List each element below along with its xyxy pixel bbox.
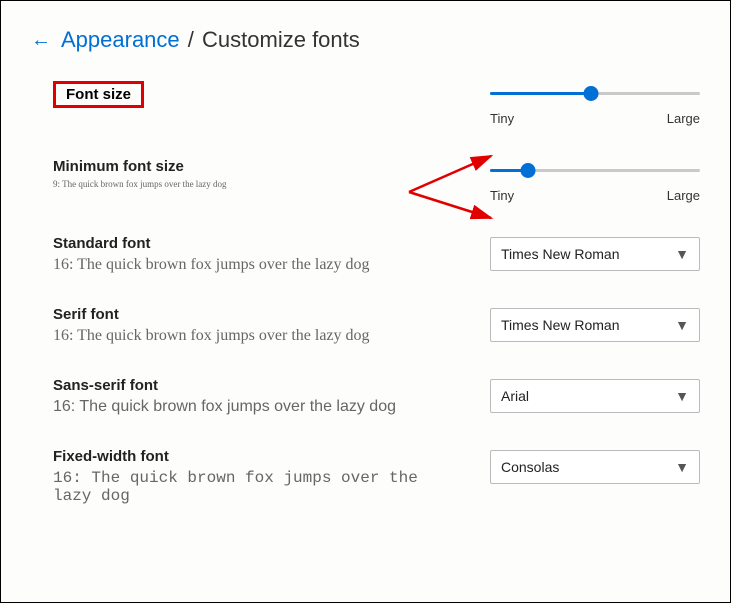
serif-font-dropdown[interactable]: Times New Roman ▼ bbox=[490, 308, 700, 342]
slider-thumb[interactable] bbox=[520, 163, 535, 178]
standard-font-dropdown[interactable]: Times New Roman ▼ bbox=[490, 237, 700, 271]
serif-font-preview: 16: The quick brown fox jumps over the l… bbox=[53, 327, 460, 345]
slider-max-label: Large bbox=[667, 111, 700, 126]
font-size-label: Font size bbox=[53, 81, 144, 108]
row-font-size: Font size Tiny Large bbox=[53, 81, 700, 126]
chevron-down-icon: ▼ bbox=[675, 317, 689, 333]
min-font-size-preview: 9: The quick brown fox jumps over the la… bbox=[53, 179, 460, 189]
slider-min-label: Tiny bbox=[490, 188, 514, 203]
mono-font-preview: 16: The quick brown fox jumps over the l… bbox=[53, 469, 460, 505]
breadcrumb-separator: / bbox=[188, 27, 194, 52]
mono-font-dropdown[interactable]: Consolas ▼ bbox=[490, 450, 700, 484]
chevron-down-icon: ▼ bbox=[675, 459, 689, 475]
dropdown-value: Times New Roman bbox=[501, 317, 620, 333]
standard-font-label: Standard font bbox=[53, 235, 460, 252]
dropdown-value: Times New Roman bbox=[501, 246, 620, 262]
slider-labels: Tiny Large bbox=[490, 111, 700, 126]
sans-font-label: Sans-serif font bbox=[53, 377, 460, 394]
row-min-font-size: Minimum font size 9: The quick brown fox… bbox=[53, 158, 700, 203]
breadcrumb-current: Customize fonts bbox=[202, 27, 360, 52]
slider-thumb[interactable] bbox=[583, 86, 598, 101]
serif-font-label: Serif font bbox=[53, 306, 460, 323]
min-font-size-slider[interactable] bbox=[490, 160, 700, 182]
back-arrow-icon[interactable]: ← bbox=[31, 30, 51, 50]
dropdown-value: Arial bbox=[501, 388, 529, 404]
row-serif-font: Serif font 16: The quick brown fox jumps… bbox=[53, 306, 700, 345]
sans-font-dropdown[interactable]: Arial ▼ bbox=[490, 379, 700, 413]
slider-labels: Tiny Large bbox=[490, 188, 700, 203]
breadcrumb-link-appearance[interactable]: Appearance bbox=[61, 27, 180, 52]
standard-font-preview: 16: The quick brown fox jumps over the l… bbox=[53, 256, 460, 274]
slider-min-label: Tiny bbox=[490, 111, 514, 126]
font-size-slider[interactable] bbox=[490, 83, 700, 105]
row-standard-font: Standard font 16: The quick brown fox ju… bbox=[53, 235, 700, 274]
content-area: Font size Tiny Large Minimum font size 9… bbox=[31, 53, 700, 505]
row-sans-font: Sans-serif font 16: The quick brown fox … bbox=[53, 377, 700, 416]
mono-font-label: Fixed-width font bbox=[53, 448, 460, 465]
chevron-down-icon: ▼ bbox=[675, 388, 689, 404]
settings-page: ← Appearance / Customize fonts Font size… bbox=[1, 1, 730, 505]
min-font-size-label: Minimum font size bbox=[53, 158, 460, 175]
chevron-down-icon: ▼ bbox=[675, 246, 689, 262]
slider-max-label: Large bbox=[667, 188, 700, 203]
slider-fill bbox=[490, 92, 591, 95]
dropdown-value: Consolas bbox=[501, 459, 559, 475]
breadcrumb: ← Appearance / Customize fonts bbox=[31, 27, 700, 53]
sans-font-preview: 16: The quick brown fox jumps over the l… bbox=[53, 398, 460, 416]
row-mono-font: Fixed-width font 16: The quick brown fox… bbox=[53, 448, 700, 505]
